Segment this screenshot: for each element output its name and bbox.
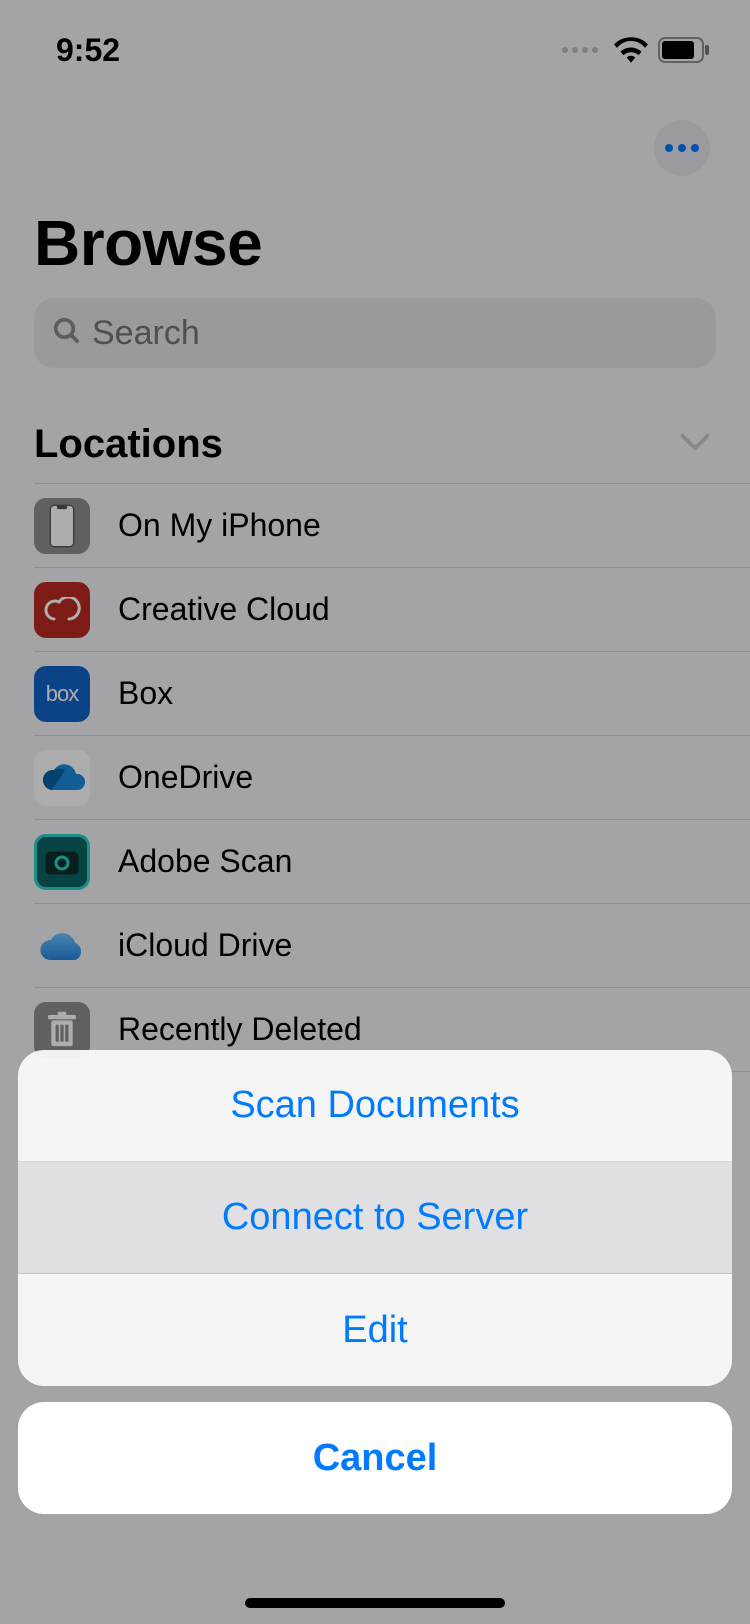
- edit-button[interactable]: Edit: [18, 1274, 732, 1386]
- scan-documents-button[interactable]: Scan Documents: [18, 1050, 732, 1162]
- home-indicator: [245, 1598, 505, 1608]
- action-sheet-group: Scan Documents Connect to Server Edit: [18, 1050, 732, 1386]
- connect-to-server-button[interactable]: Connect to Server: [18, 1162, 732, 1274]
- cancel-button[interactable]: Cancel: [18, 1402, 732, 1514]
- action-sheet: Scan Documents Connect to Server Edit Ca…: [0, 1050, 750, 1624]
